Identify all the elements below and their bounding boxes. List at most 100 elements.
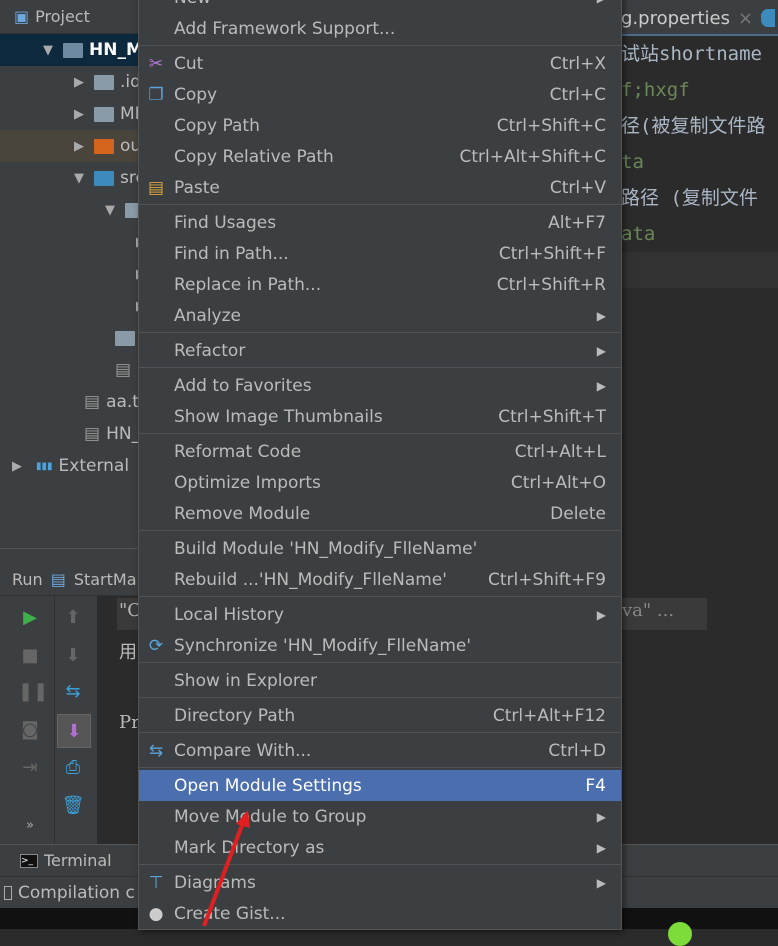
menu-item-shortcut: Ctrl+Shift+R [496,274,606,295]
tree-item[interactable]: ▶ out [0,130,140,162]
rerun-icon[interactable]: ▶ [18,606,42,630]
tree-item[interactable]: ▶l [0,290,140,322]
tree-item[interactable]: ▶ .idea [0,66,140,98]
tree-item[interactable]: ▤aa.tx [0,386,140,418]
tree-item[interactable]: ▼c [0,194,140,226]
up-icon[interactable]: ⬆ [61,606,85,630]
scroll-to-end-icon[interactable]: ⬇ [57,714,91,748]
tree-item[interactable]: ▼ src [0,162,140,194]
menu-item-replace-in-path[interactable]: Replace in Path... Ctrl+Shift+R [139,269,621,300]
menu-item-shortcut: Ctrl+D [548,740,606,761]
menu-item-label: Directory Path [174,705,296,726]
scissors-icon: ✂ [148,53,164,74]
menu-item-label: Copy Path [174,115,260,136]
file-icon: ▤ [84,424,101,444]
menu-item-synchronize-hn-modify-fllename[interactable]: ⟳ Synchronize 'HN_Modify_FlleName' [139,630,621,661]
trash-icon[interactable]: 🗑 [61,794,85,818]
menu-item-shortcut: Ctrl+Shift+F9 [488,569,606,590]
menu-item-compare-with[interactable]: ⇆ Compare With... Ctrl+D [139,735,621,766]
more-icon[interactable]: » [18,814,42,838]
tree-item-label: MET [120,104,140,124]
tree-item[interactable]: ▶l [0,258,140,290]
close-tab-icon[interactable]: × [738,8,753,29]
editor-tab[interactable]: g.properties × [621,0,778,36]
tree-item[interactable]: ▶ MET [0,98,140,130]
submenu-arrow-icon: ▶ [596,809,606,824]
menu-item-directory-path[interactable]: Directory Path Ctrl+Alt+F12 [139,700,621,731]
expand-right-icon[interactable]: ▶ [74,139,84,154]
menu-item-copy[interactable]: ❐ Copy Ctrl+C [139,79,621,110]
tree-item-label: out [120,136,140,156]
folder-icon [94,170,114,186]
menu-item-shortcut: Ctrl+Alt+L [514,441,606,462]
menu-item-remove-module[interactable]: Remove Module Delete [139,498,621,529]
tree-item[interactable]: ▶l [0,226,140,258]
down-icon[interactable]: ⬇ [61,644,85,668]
tree-item[interactable]: ▼ HN_Mo [0,34,140,66]
menu-item-copy-relative-path[interactable]: Copy Relative Path Ctrl+Alt+Shift+C [139,141,621,172]
pause-icon[interactable]: ❚❚ [18,680,48,704]
menu-item-find-in-path[interactable]: Find in Path... Ctrl+Shift+F [139,238,621,269]
menu-item-analyze[interactable]: Analyze ▶ [139,300,621,331]
print-icon[interactable]: ⎙ [61,756,85,780]
menu-item-show-in-explorer[interactable]: Show in Explorer [139,665,621,696]
stop-icon[interactable]: ■ [18,644,42,668]
menu-item-rebuild-hn-modify-fllename[interactable]: Rebuild ...'HN_Modify_FlleName' Ctrl+Shif… [139,564,621,595]
menu-item-cut[interactable]: ✂ Cut Ctrl+X [139,48,621,79]
menu-item-label: Compare With... [174,740,312,761]
tree-item[interactable]: ▤ HN_ [0,418,140,450]
menu-item-label: Cut [174,53,204,74]
editor-tab-bar: g.properties × [621,0,778,36]
tree-item[interactable]: ▶ ▮▮▮ External [0,450,140,482]
exit-icon[interactable]: ⇥ [18,756,42,780]
menu-item-local-history[interactable]: Local History ▶ [139,599,621,630]
copy-icon: ❐ [148,84,164,105]
menu-item-label: Paste [174,177,220,198]
menu-item-add-to-favorites[interactable]: Add to Favorites ▶ [139,370,621,401]
menu-item-optimize-imports[interactable]: Optimize Imports Ctrl+Alt+O [139,467,621,498]
expand-right-icon[interactable]: ▶ [74,75,84,90]
expand-right-icon[interactable]: ▶ [12,459,26,474]
menu-item-shortcut: Ctrl+C [549,84,606,105]
menu-item-label: Replace in Path... [174,274,322,295]
menu-item-label: Local History [174,604,284,625]
expand-down-icon[interactable]: ▼ [43,43,53,58]
menu-item-open-module-settings[interactable]: Open Module Settings F4 [139,770,621,801]
dump-threads-icon[interactable]: ◙ [18,718,42,742]
menu-item-shortcut: Ctrl+Alt+Shift+C [459,146,606,167]
menu-item-reformat-code[interactable]: Reformat Code Ctrl+Alt+L [139,436,621,467]
menu-item-paste[interactable]: ▤ Paste Ctrl+V [139,172,621,203]
menu-item-show-image-thumbnails[interactable]: Show Image Thumbnails Ctrl+Shift+T [139,401,621,432]
expand-down-icon[interactable]: ▼ [74,171,84,186]
code-editor[interactable]: 试站shortname f;hxgf 径(被复制文件路 ta 路径 (复制文件 ata [621,36,778,548]
menu-item-refactor[interactable]: Refactor ▶ [139,335,621,366]
project-panel-header[interactable]: ▣ Project [0,0,140,34]
menu-item-label: Build Module 'HN_Modify_FlleName' [174,538,478,559]
menu-item-find-usages[interactable]: Find Usages Alt+F7 [139,207,621,238]
tree-item-label: External [58,456,130,476]
sync-icon: ⟳ [148,635,164,656]
panel-splitter[interactable] [0,548,140,564]
folder-icon [63,42,83,58]
tree-item[interactable]: N [0,322,140,354]
code-line: 试站shortname [621,43,762,65]
menu-item-label: Open Module Settings [174,775,362,796]
menu-item-add-framework-support[interactable]: Add Framework Support... [139,13,621,44]
tree-item[interactable]: ▤c [0,354,140,386]
menu-item-label: Show in Explorer [174,670,317,691]
submenu-arrow-icon: ▶ [596,343,606,358]
file-icon: ▤ [115,360,132,380]
soft-wrap-icon[interactable]: ⇆ [61,680,85,704]
context-menu: New▶Add Framework Support...✂CutCtrl+X❐C… [138,0,622,930]
menu-item-new[interactable]: New▶ [139,0,621,13]
expand-down-icon[interactable]: ▼ [105,203,115,218]
run-config-tab[interactable]: StartMa [74,570,137,589]
terminal-tab[interactable]: Terminal [44,851,112,870]
menu-item-copy-path[interactable]: Copy Path Ctrl+Shift+C [139,110,621,141]
annotation-arrow [202,810,250,927]
folder-icon [94,74,114,90]
expand-right-icon[interactable]: ▶ [74,107,84,122]
project-tree: ▼HN_Mo▶.idea▶MET▶out▼src▼c▶l▶l▶lN▤c▤aa.t… [0,34,140,482]
menu-item-shortcut: Ctrl+Alt+O [510,472,606,493]
menu-item-build-module-hn-modify-fllename[interactable]: Build Module 'HN_Modify_FlleName' [139,533,621,564]
